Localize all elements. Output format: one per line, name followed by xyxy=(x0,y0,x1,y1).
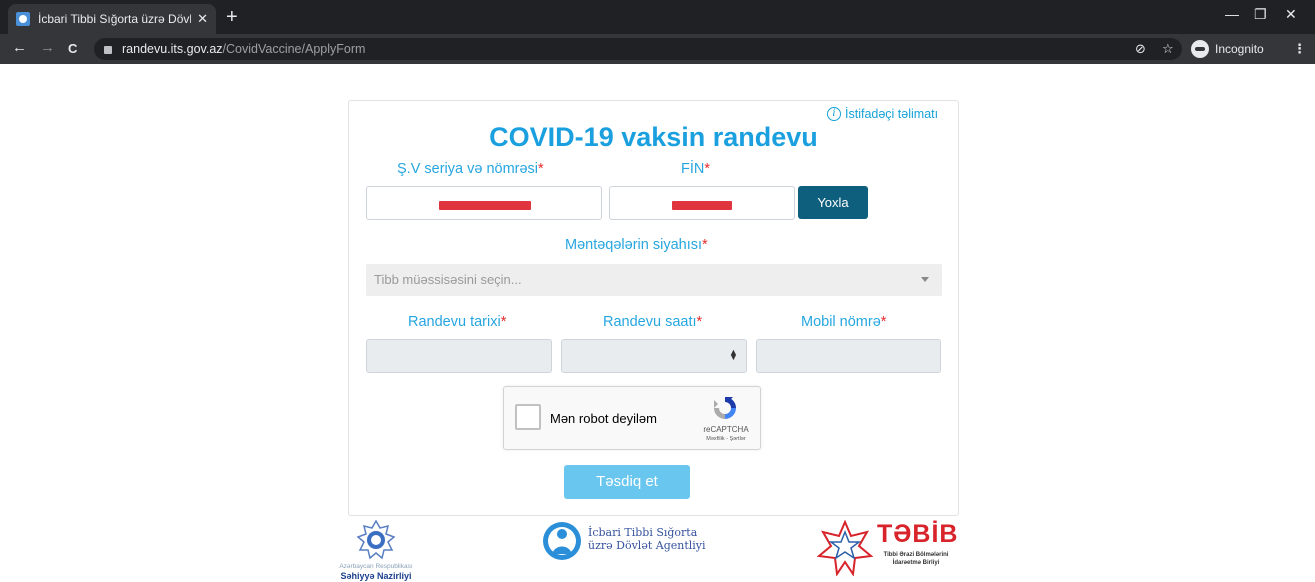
back-icon[interactable]: ← xyxy=(12,39,27,56)
appointment-date-label-text: Randevu tarixi xyxy=(408,314,501,330)
tabib-subtitle-line1: Tibbi Ərazi Bölmələrini xyxy=(883,552,949,558)
agency-logo: İcbari Tibbi Sığorta üzrə Dövlət Agentli… xyxy=(541,520,721,566)
bookmark-star-icon[interactable]: ☆ xyxy=(1162,41,1174,57)
browser-tab[interactable]: İcbari Tibbi Sığorta üzrə Dövlət A ✕ xyxy=(8,4,216,34)
appointment-hour-select[interactable] xyxy=(561,339,747,373)
address-bar[interactable]: randevu.its.gov.az /CovidVaccine/ApplyFo… xyxy=(94,38,1182,60)
centers-label: Məntəqələrin siyahısı* xyxy=(565,237,708,253)
recaptcha-terms-link[interactable]: Məxfilik - Şərtlər xyxy=(694,436,758,442)
fin-label: FİN* xyxy=(681,161,710,177)
check-button[interactable]: Yoxla xyxy=(798,186,868,219)
fin-label-text: FİN xyxy=(681,161,705,177)
restore-icon[interactable]: ❐ xyxy=(1254,6,1267,23)
id-number-label-text: Ş.V seriya və nömrəsi xyxy=(397,161,539,177)
ministry-name: Səhiyyə Nazirliyi xyxy=(340,571,412,581)
ministry-emblem-icon xyxy=(356,520,396,560)
required-mark: * xyxy=(696,314,703,330)
tabib-name: TƏBİB xyxy=(877,520,959,548)
submit-button[interactable]: Təsdiq et xyxy=(564,465,690,499)
agency-name: İcbari Tibbi Sığorta üzrə Dövlət Agentli… xyxy=(588,526,706,552)
ministry-logo: Azərbaycan Respublikası Səhiyyə Nazirliy… xyxy=(336,518,416,582)
reload-icon[interactable]: C xyxy=(68,41,77,56)
incognito-icon xyxy=(1191,40,1209,58)
redacted-value xyxy=(439,201,531,210)
agency-name-line1: İcbari Tibbi Sığorta xyxy=(588,526,698,539)
site-favicon-icon xyxy=(16,12,30,26)
recaptcha-label: Mən robot deyiləm xyxy=(550,411,657,426)
mobile-number-label-text: Mobil nömrə xyxy=(801,314,881,330)
id-number-label: Ş.V seriya və nömrəsi* xyxy=(397,161,544,177)
user-guide-label: İstifadəçi təlimatı xyxy=(845,107,939,121)
tabib-logo: TƏBİB Tibbi Ərazi Bölmələrini İdarəetmə … xyxy=(815,518,965,578)
tabib-subtitle-line2: İdarəetmə Birliyi xyxy=(892,560,940,566)
required-mark: * xyxy=(880,314,887,330)
user-guide-link[interactable]: i İstifadəçi təlimatı xyxy=(827,107,938,121)
appointment-hour-label-text: Randevu saatı xyxy=(603,314,697,330)
redacted-value xyxy=(672,201,732,210)
required-mark: * xyxy=(500,314,507,330)
incognito-label: Incognito xyxy=(1215,42,1264,56)
lock-icon xyxy=(104,46,112,54)
fin-input[interactable] xyxy=(609,186,795,220)
required-mark: * xyxy=(704,161,711,177)
url-path: /CovidVaccine/ApplyForm xyxy=(222,42,366,56)
centers-label-text: Məntəqələrin siyahısı xyxy=(565,237,703,253)
new-tab-icon[interactable]: + xyxy=(226,6,238,29)
browser-toolbar: ← → C randevu.its.gov.az /CovidVaccine/A… xyxy=(0,34,1315,64)
mobile-number-label: Mobil nömrə* xyxy=(801,314,886,330)
id-number-input[interactable] xyxy=(366,186,602,220)
medical-center-select[interactable]: Tibb müəssisəsini seçin... xyxy=(366,264,942,296)
recaptcha-brand: reCAPTCHA xyxy=(703,425,749,434)
info-icon: i xyxy=(827,107,841,121)
eye-off-icon[interactable]: ⊘ xyxy=(1135,41,1146,57)
tabib-emblem-icon xyxy=(817,520,873,576)
mobile-number-input[interactable] xyxy=(756,339,941,373)
browser-tab-bar: İcbari Tibbi Sığorta üzrə Dövlət A ✕ + —… xyxy=(0,0,1315,34)
incognito-indicator[interactable]: Incognito xyxy=(1191,39,1264,59)
recaptcha-checkbox[interactable] xyxy=(515,404,541,430)
window-close-icon[interactable]: ✕ xyxy=(1285,6,1297,23)
page-title: COVID-19 vaksin randevu xyxy=(489,122,818,152)
required-mark: * xyxy=(538,161,544,177)
agency-name-line2: üzrə Dövlət Agentliyi xyxy=(588,539,706,552)
browser-menu-icon[interactable]: ⋮ xyxy=(1293,41,1306,57)
chevron-down-icon xyxy=(921,277,929,282)
url-domain: randevu.its.gov.az xyxy=(122,42,223,56)
minimize-icon[interactable]: — xyxy=(1225,6,1239,22)
required-mark: * xyxy=(702,237,708,253)
tab-title: İcbari Tibbi Sığorta üzrə Dövlət A xyxy=(38,12,191,26)
ministry-country: Azərbaycan Respublikası xyxy=(339,563,413,570)
recaptcha-logo-icon xyxy=(714,397,736,419)
select-arrows-icon: ▲ ▼ xyxy=(729,347,738,362)
appointment-date-label: Randevu tarixi* xyxy=(408,314,506,330)
tabib-subtitle: Tibbi Ərazi Bölmələrini İdarəetmə Birliy… xyxy=(881,551,951,567)
forward-icon[interactable]: → xyxy=(40,39,55,56)
recaptcha-widget: Mən robot deyiləm reCAPTCHA Məxfilik - Ş… xyxy=(503,386,761,450)
tab-close-icon[interactable]: ✕ xyxy=(197,11,208,27)
appointment-hour-label: Randevu saatı* xyxy=(603,314,702,330)
agency-emblem-icon xyxy=(543,522,581,560)
appointment-date-input[interactable] xyxy=(366,339,552,373)
